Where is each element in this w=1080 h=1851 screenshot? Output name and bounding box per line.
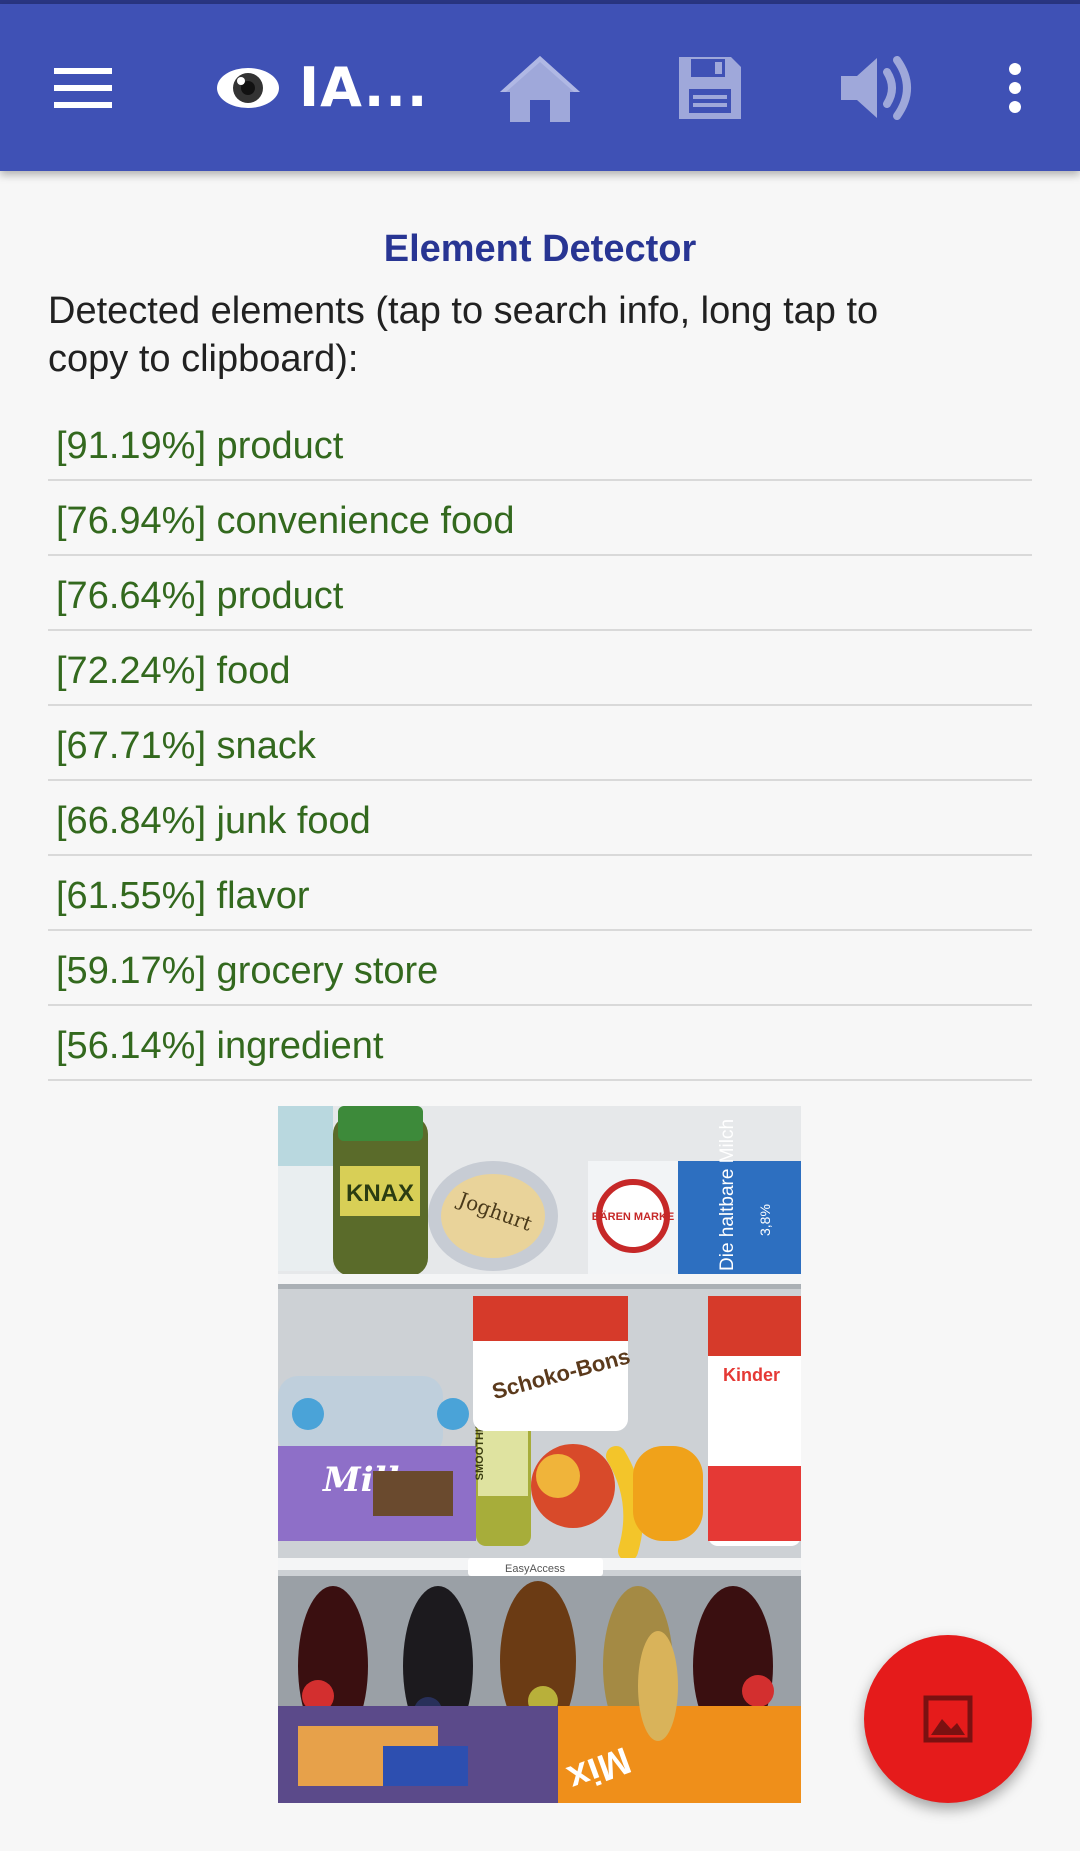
result-text: [66.84%] junk food xyxy=(56,800,371,842)
result-text: [76.64%] product xyxy=(56,575,344,617)
page-title: Element Detector xyxy=(383,228,697,270)
app-title: IA... xyxy=(299,56,429,119)
save-button[interactable] xyxy=(660,4,760,171)
result-item[interactable]: [56.14%] ingredient xyxy=(48,1006,1032,1081)
app-bar: IA... xyxy=(0,4,1080,171)
result-text: [76.94%] convenience food xyxy=(56,500,515,542)
result-text: [56.14%] ingredient xyxy=(56,1025,384,1067)
main-content: Element Detector Detected elements (tap … xyxy=(0,171,1080,1851)
overflow-menu-button[interactable] xyxy=(985,4,1045,171)
result-item[interactable]: [91.19%] product xyxy=(48,406,1032,481)
fridge-photo-illustration: KNAX Joghurt BÄREN MARKE Die haltbare Mi… xyxy=(278,1106,801,1803)
menu-icon xyxy=(54,67,112,108)
result-text: [72.24%] food xyxy=(56,650,291,692)
volume-button[interactable] xyxy=(825,4,935,171)
result-item[interactable]: [76.94%] convenience food xyxy=(48,481,1032,556)
save-icon xyxy=(679,56,741,119)
home-icon xyxy=(500,55,580,122)
analyzed-photo[interactable]: KNAX Joghurt BÄREN MARKE Die haltbare Mi… xyxy=(278,1106,801,1803)
result-item[interactable]: [59.17%] grocery store xyxy=(48,931,1032,1006)
volume-icon xyxy=(841,55,911,120)
photo-label-kinder: Kinder xyxy=(723,1365,780,1385)
result-item[interactable]: [67.71%] snack xyxy=(48,706,1032,781)
photo-label-milch-fat: 3,8% xyxy=(757,1204,773,1236)
app-title-area: IA... xyxy=(215,4,428,171)
more-vert-icon xyxy=(1009,62,1021,113)
image-icon xyxy=(923,1695,973,1743)
result-text: [91.19%] product xyxy=(56,425,344,467)
result-text: [61.55%] flavor xyxy=(56,875,310,917)
photo-label-milch-brand: BÄREN MARKE xyxy=(592,1210,675,1223)
result-item[interactable]: [72.24%] food xyxy=(48,631,1032,706)
pick-image-button[interactable] xyxy=(864,1635,1032,1803)
menu-button[interactable] xyxy=(30,4,138,171)
home-button[interactable] xyxy=(490,4,590,171)
instructions-text: Detected elements (tap to search info, l… xyxy=(48,290,879,380)
result-text: [59.17%] grocery store xyxy=(56,950,439,992)
result-text: [67.71%] snack xyxy=(56,725,316,767)
result-item[interactable]: [66.84%] junk food xyxy=(48,781,1032,856)
photo-label-knax: KNAX xyxy=(346,1180,414,1207)
photo-label-easyaccess: EasyAccess xyxy=(505,1563,565,1575)
result-item[interactable]: [76.64%] product xyxy=(48,556,1032,631)
results-list: [91.19%] product [76.94%] convenience fo… xyxy=(48,406,1032,1081)
photo-label-milch: Die haltbare Milch xyxy=(717,1119,738,1271)
result-item[interactable]: [61.55%] flavor xyxy=(48,856,1032,931)
eye-icon xyxy=(217,67,279,108)
